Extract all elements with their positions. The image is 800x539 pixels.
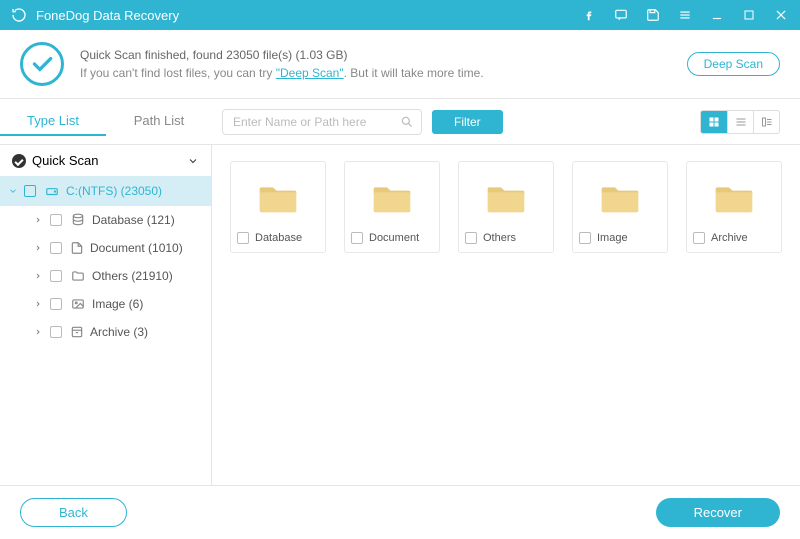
summary-text: Quick Scan finished, found 23050 file(s)… [80,48,687,80]
folder-name: Image [597,232,628,244]
scan-summary: Quick Scan finished, found 23050 file(s)… [0,30,800,99]
tab-path-list[interactable]: Path List [106,107,212,136]
scan-complete-icon [20,42,64,86]
folder-card[interactable]: Document [344,161,440,253]
chevron-right-icon [34,328,42,336]
tree-item[interactable]: Document (1010) [0,234,211,262]
titlebar: FoneDog Data Recovery [0,0,800,30]
folder-icon [237,172,319,226]
hint-suffix: . But it will take more time. [344,66,484,80]
tree-item-label: Image (6) [92,297,143,311]
search-wrap [222,109,422,135]
folder-icon [351,172,433,226]
minimize-icon[interactable] [708,6,726,24]
tree-item[interactable]: Database (121) [0,206,211,234]
tree-item[interactable]: Others (21910) [0,262,211,290]
chevron-right-icon [34,216,42,224]
checkbox[interactable] [50,298,62,310]
chevron-right-icon [34,272,42,280]
checkbox[interactable] [465,232,477,244]
chevron-right-icon [34,244,42,252]
summary-line2: If you can't find lost files, you can tr… [80,66,687,80]
document-icon [70,241,84,255]
tree-item-label: Archive (3) [90,325,148,339]
database-icon [70,213,86,227]
tree-root-label: Quick Scan [32,153,98,168]
folder-icon [579,172,661,226]
tree-drive-label: C:(NTFS) (23050) [66,184,162,198]
feedback-icon[interactable] [612,6,630,24]
checkbox[interactable] [579,232,591,244]
chevron-down-icon [187,155,199,167]
drive-icon [44,184,60,198]
checkbox[interactable] [351,232,363,244]
tree-item-label: Database (121) [92,213,175,227]
tree-root-quick-scan[interactable]: Quick Scan [0,145,211,176]
search-input[interactable] [222,109,422,135]
hint-prefix: If you can't find lost files, you can tr… [80,66,276,80]
folder-name: Document [369,232,419,244]
menu-icon[interactable] [676,6,694,24]
checkbox[interactable] [50,270,62,282]
facebook-icon[interactable] [580,6,598,24]
main: Quick Scan C:(NTFS) (23050) Database (12… [0,145,800,485]
save-icon[interactable] [644,6,662,24]
list-tabs: Type List Path List [0,107,212,136]
view-detail-icon[interactable] [753,111,779,133]
folder-card[interactable]: Others [458,161,554,253]
checkbox[interactable] [50,214,62,226]
deep-scan-link[interactable]: "Deep Scan" [276,66,344,80]
folder-card[interactable]: Archive [686,161,782,253]
folder-card[interactable]: Database [230,161,326,253]
close-icon[interactable] [772,6,790,24]
search-icon[interactable] [400,115,414,129]
tree-item[interactable]: Archive (3) [0,318,211,346]
checkbox[interactable] [24,185,36,197]
checkbox[interactable] [237,232,249,244]
folder-name: Database [255,232,302,244]
tab-type-list[interactable]: Type List [0,107,106,136]
view-grid-icon[interactable] [701,111,727,133]
app-title: FoneDog Data Recovery [36,8,580,23]
folder-icon [693,172,775,226]
titlebar-controls [580,6,790,24]
summary-line1: Quick Scan finished, found 23050 file(s)… [80,48,687,62]
folder-card[interactable]: Image [572,161,668,253]
filter-button[interactable]: Filter [432,110,503,134]
deep-scan-button[interactable]: Deep Scan [687,52,780,76]
maximize-icon[interactable] [740,6,758,24]
image-icon [70,297,86,311]
view-toggle [700,110,780,134]
footer: Back Recover [0,485,800,539]
sidebar-tree: Quick Scan C:(NTFS) (23050) Database (12… [0,145,212,485]
folder-grid: Database Document Others Image Archive [212,145,800,485]
checkbox[interactable] [693,232,705,244]
toolbar: Type List Path List Filter [0,99,800,145]
folder-name: Others [483,232,516,244]
chevron-right-icon [34,300,42,308]
folder-icon [70,269,86,283]
archive-icon [70,325,84,339]
view-list-icon[interactable] [727,111,753,133]
folder-icon [465,172,547,226]
app-logo-icon [10,6,28,24]
tree-item[interactable]: Image (6) [0,290,211,318]
chevron-down-icon [8,186,18,196]
checkbox[interactable] [50,242,62,254]
tree-item-label: Others (21910) [92,269,173,283]
folder-name: Archive [711,232,748,244]
tree-item-label: Document (1010) [90,241,183,255]
tree-drive-c[interactable]: C:(NTFS) (23050) [0,176,211,206]
check-circle-icon [12,154,26,168]
checkbox[interactable] [50,326,62,338]
